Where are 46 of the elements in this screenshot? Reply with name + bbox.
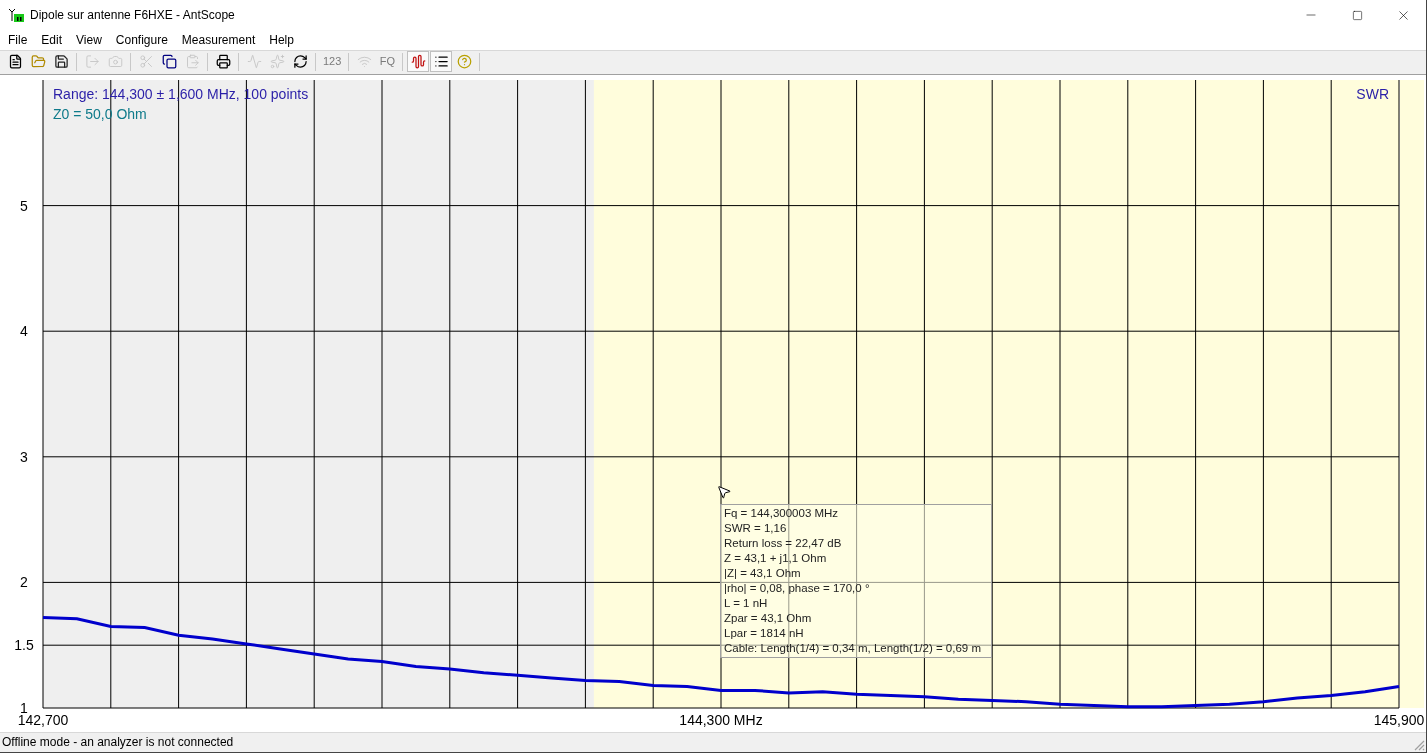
x-axis-label: 145,900 — [1373, 711, 1425, 728]
tooltip-line: Cable: Length(1/4) = 0,34 m, Length(1/2) = 0,69 m — [724, 640, 982, 656]
tooltip-line: SWR = 1,16 — [724, 520, 788, 536]
tooltip-line: Fq = 144,300003 MHz — [724, 505, 840, 521]
open-folder-icon — [30, 54, 46, 69]
copy-icon — [161, 54, 177, 69]
series-name-label: SWR — [1356, 85, 1389, 102]
tooltip-line: Lpar = 1814 nH — [724, 625, 805, 641]
scissors-icon — [138, 54, 154, 69]
tooltip-line: L = 1 nH — [724, 595, 769, 611]
y-axis-label: 1.5 — [14, 637, 34, 654]
camera-icon — [107, 54, 123, 69]
menu-item[interactable]: Edit — [34, 30, 70, 50]
y-axis-label: 5 — [20, 197, 28, 214]
new-file-icon — [7, 54, 23, 69]
paste-icon — [184, 54, 200, 69]
tooltip-line: |rho| = 0,08, phase = 170,0 ° — [724, 580, 871, 596]
toolbar-button[interactable] — [407, 51, 430, 72]
menu-item[interactable]: View — [69, 30, 109, 50]
menu-item[interactable]: Configure — [108, 30, 175, 50]
printer-icon — [215, 54, 231, 69]
toolbar-button[interactable] — [430, 51, 453, 72]
tooltip-line: |Z| = 43,1 Ohm — [724, 565, 802, 581]
list-icon — [433, 54, 449, 69]
app-logo-icon — [8, 8, 24, 22]
menu-item[interactable]: Help — [262, 30, 301, 50]
sparkle-icon — [269, 54, 285, 69]
save-icon — [53, 54, 69, 69]
maximize-icon — [1351, 9, 1363, 21]
y-axis-label: 4 — [20, 323, 28, 340]
resize-grip-icon — [1413, 739, 1425, 751]
window-title: Dipole sur antenne F6HXE - AntScope — [30, 7, 235, 24]
menu-item[interactable]: File — [1, 30, 35, 50]
tooltip-line: Z = 43,1 + j1,1 Ohm — [724, 550, 828, 566]
y-axis-label: 2 — [20, 574, 28, 591]
waveform-icon — [410, 54, 426, 69]
tooltip-line: Return loss = 22,47 dB — [724, 535, 843, 551]
chart-line-icon — [246, 54, 262, 69]
x-axis-label: 144,300 MHz — [679, 711, 763, 728]
menu-item[interactable]: Measurement — [174, 30, 263, 50]
status-text: Offline mode - an analyzer is not connected — [2, 734, 234, 752]
y-axis-label: 3 — [20, 448, 28, 465]
help-icon — [456, 54, 472, 69]
tooltip-line: Zpar = 43,1 Ohm — [724, 610, 813, 626]
y-axis-label: 1 — [20, 699, 28, 716]
refresh-icon — [292, 54, 308, 69]
